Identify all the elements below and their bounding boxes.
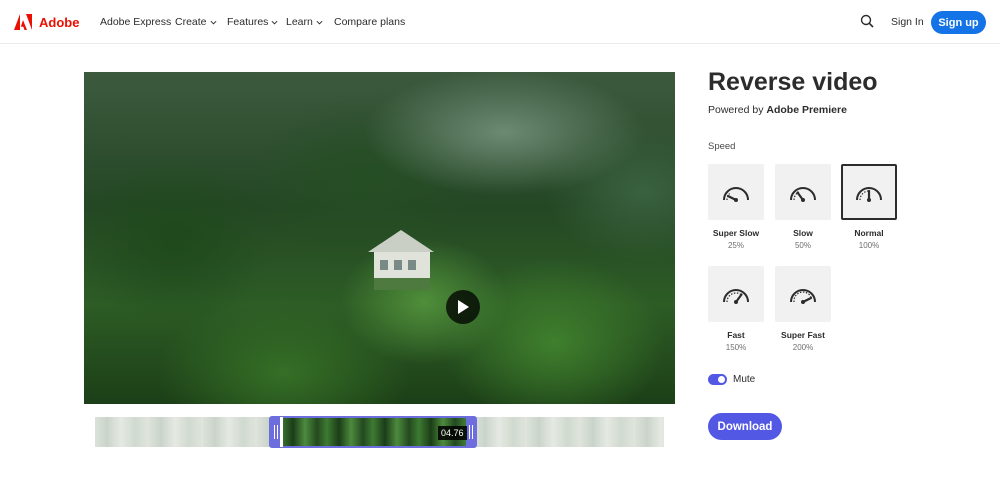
speedometer-slow-icon [790,187,816,202]
speed-option-tile[interactable] [775,266,831,322]
speedometer-normal-icon [856,187,882,202]
sign-in-link[interactable]: Sign In [891,16,924,28]
nav-learn[interactable]: Learn [286,16,323,28]
speed-option-name: Super Slow [712,228,760,238]
speed-option-percent: 150% [725,343,747,352]
speed-option-tile-selected[interactable] [841,164,897,220]
top-nav: Adobe Adobe Express Create Features Lear… [0,0,1000,44]
video-frame-house [368,230,434,290]
speedometer-fast-icon [723,289,749,304]
speed-option-name: Slow [793,228,813,238]
nav-item-label: Adobe Express [100,16,172,28]
play-icon [458,300,469,314]
powered-by-prefix: Powered by [708,104,764,116]
speed-label: Speed [708,141,736,152]
nav-adobe-express[interactable]: Adobe Express [100,16,171,28]
nav-compare-plans[interactable]: Compare plans [334,16,405,28]
chevron-down-icon [271,20,278,24]
speed-option-tile[interactable] [775,164,831,220]
download-button[interactable]: Download [708,413,782,440]
speed-option-percent: 100% [858,241,880,250]
speed-option-tile[interactable] [708,266,764,322]
play-button[interactable] [446,290,480,324]
speed-option-name: Super Fast [781,330,825,340]
powered-by: Powered by Adobe Premiere [708,104,847,116]
speed-option-percent: 200% [792,343,814,352]
nav-item-label: Compare plans [334,16,406,28]
speed-option-percent: 50% [794,241,811,250]
brand-name: Adobe [39,14,80,30]
adobe-logo-icon [14,14,32,30]
nav-item-label: Features [227,16,269,28]
timecode-label: 04.76 [438,426,467,440]
chevron-down-icon [210,20,216,24]
search-icon[interactable] [860,14,874,28]
speedometer-super-fast-icon [790,289,816,304]
nav-create[interactable]: Create [175,16,217,28]
page-title: Reverse video [708,68,878,96]
speed-option-percent: 25% [727,241,744,250]
powered-by-product: Adobe Premiere [766,104,847,116]
speed-option-super-fast[interactable]: Super Fast 200% [775,266,831,352]
chevron-down-icon [316,20,323,24]
speedometer-super-slow-icon [723,187,749,202]
nav-item-label: Learn [286,16,313,28]
playhead[interactable] [280,417,283,447]
trim-handle-left[interactable] [271,418,280,446]
nav-features[interactable]: Features [227,16,278,28]
speed-option-normal[interactable]: Normal 100% [841,164,897,250]
video-preview[interactable] [84,72,675,404]
speed-option-slow[interactable]: Slow 50% [775,164,831,250]
speed-option-name: Normal [854,228,884,238]
speed-option-name: Fast [727,330,745,340]
speed-option-super-slow[interactable]: Super Slow 25% [708,164,764,250]
speed-option-fast[interactable]: Fast 150% [708,266,764,352]
nav-item-label: Create [175,16,207,28]
sign-up-button[interactable]: Sign up [931,11,986,34]
mute-label: Mute [733,374,756,385]
adobe-logo[interactable]: Adobe [14,14,79,30]
speed-option-tile[interactable] [708,164,764,220]
trim-handle-right[interactable] [466,418,475,446]
mute-toggle[interactable] [708,374,727,385]
